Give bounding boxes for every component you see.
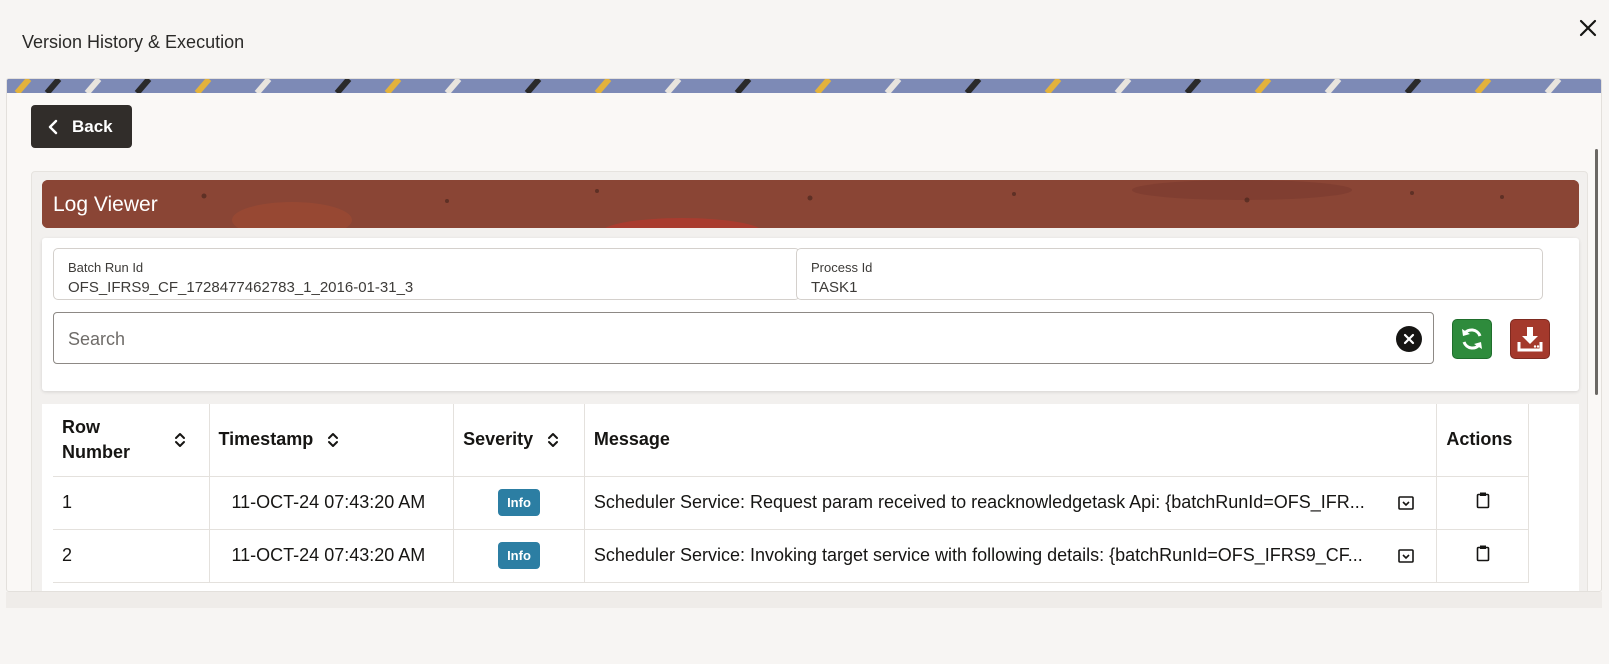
row-number-cell: 1: [53, 476, 210, 530]
log-table-container: Row Number Timestamp Severity Message Ac…: [42, 404, 1579, 591]
refresh-button[interactable]: [1452, 319, 1492, 359]
log-viewer-title: Log Viewer: [53, 193, 158, 216]
column-header-label: Message: [593, 429, 670, 450]
severity-cell: Info: [453, 476, 585, 530]
timestamp-cell: 11-OCT-24 07:43:20 AM: [209, 476, 455, 530]
chevron-left-icon: [48, 119, 58, 134]
process-id-value: TASK1: [811, 279, 858, 296]
search-input[interactable]: Search: [53, 312, 1434, 364]
download-button[interactable]: [1510, 319, 1550, 359]
close-button[interactable]: [1576, 16, 1600, 40]
dialog-title: Version History & Execution: [22, 32, 245, 52]
batch-run-id-field: Batch Run Id OFS_IFRS9_CF_1728477462783_…: [53, 248, 800, 300]
back-button-label: Back: [72, 116, 113, 136]
table-row[interactable]: 1 11-OCT-24 07:43:20 AM Info Scheduler S…: [53, 476, 1529, 530]
column-header-label: Timestamp: [218, 429, 314, 450]
expand-message-icon[interactable]: [1397, 547, 1415, 565]
process-id-label: Process Id: [811, 260, 873, 275]
table-header-row: Row Number Timestamp Severity Message Ac…: [53, 404, 1529, 477]
process-id-field: Process Id TASK1: [796, 248, 1543, 300]
actions-cell: [1436, 476, 1529, 530]
download-icon: [1517, 327, 1543, 352]
search-placeholder: Search: [68, 329, 126, 349]
message-text: Scheduler Service: Invoking target servi…: [593, 545, 1363, 565]
dialog-footer-decoration: [6, 592, 1602, 608]
close-icon: [1579, 19, 1597, 37]
column-header-timestamp[interactable]: Timestamp: [209, 404, 455, 477]
row-number-cell: 2: [53, 529, 210, 583]
clipboard-icon[interactable]: [1474, 491, 1492, 509]
table-row[interactable]: 2 11-OCT-24 07:43:20 AM Info Scheduler S…: [53, 529, 1529, 583]
actions-cell: [1436, 529, 1529, 583]
column-header-message: Message: [584, 404, 1438, 477]
log-table: Row Number Timestamp Severity Message Ac…: [53, 404, 1529, 583]
column-header-label: Row Number: [62, 416, 131, 462]
clipboard-icon[interactable]: [1474, 544, 1492, 562]
batch-run-id-value: OFS_IFRS9_CF_1728477462783_1_2016-01-31_…: [68, 279, 414, 296]
clear-search-button[interactable]: [1396, 326, 1422, 352]
decorative-banner: [7, 79, 1601, 93]
column-header-severity[interactable]: Severity: [453, 404, 585, 477]
back-button[interactable]: Back: [31, 105, 132, 148]
vertical-scrollbar[interactable]: [1595, 149, 1598, 395]
severity-badge: Info: [498, 489, 540, 516]
batch-run-id-label: Batch Run Id: [68, 260, 144, 275]
sort-icon[interactable]: [547, 431, 559, 449]
timestamp-cell: 11-OCT-24 07:43:20 AM: [209, 529, 455, 583]
log-viewer-card: Log Viewer Batch Run Id OFS_IFRS9_CF_172…: [31, 171, 1588, 591]
column-header-row-number[interactable]: Row Number: [53, 404, 210, 477]
message-text: Scheduler Service: Request param receive…: [593, 492, 1365, 512]
column-header-actions: Actions: [1436, 404, 1529, 477]
refresh-icon: [1462, 328, 1482, 350]
column-header-label: Actions: [1446, 429, 1513, 450]
sort-icon[interactable]: [327, 431, 339, 449]
clear-search-icon: [1403, 333, 1415, 345]
severity-badge: Info: [498, 542, 540, 569]
log-viewer-header: Log Viewer: [42, 180, 1579, 228]
dialog-body: Back Log Viewer Batch Run Id OFS_IFRS9_C…: [6, 78, 1602, 592]
message-cell: Scheduler Service: Invoking target servi…: [584, 529, 1438, 583]
sort-icon[interactable]: [174, 431, 186, 449]
expand-message-icon[interactable]: [1397, 494, 1415, 512]
column-header-label: Severity: [463, 429, 534, 450]
filter-panel: Batch Run Id OFS_IFRS9_CF_1728477462783_…: [42, 238, 1579, 391]
severity-cell: Info: [453, 529, 585, 583]
message-cell: Scheduler Service: Request param receive…: [584, 476, 1438, 530]
